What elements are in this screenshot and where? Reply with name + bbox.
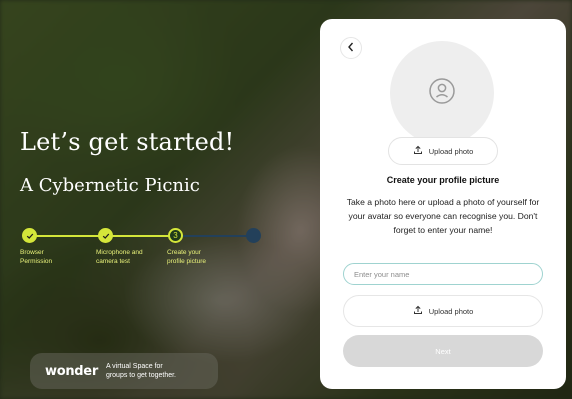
step-1-check-icon (22, 228, 37, 243)
step-4-node (246, 228, 261, 243)
name-input[interactable] (343, 263, 543, 285)
brand-tagline: A virtual Space for groups to get togeth… (105, 363, 176, 379)
upload-photo-button[interactable]: Upload photo (343, 295, 543, 327)
upload-photo-label-top: Upload photo (428, 146, 474, 156)
event-title: A Cybernetic Picnic (20, 175, 200, 196)
step-2-check-icon (98, 228, 113, 243)
step-1-label: Browser Permission (20, 249, 53, 265)
upload-photo-label: Upload photo (428, 306, 474, 316)
step-3-label: Create your profile picture (167, 249, 207, 265)
setup-progress-stepper: 3 Browser Permission Microphone and camera… (20, 228, 300, 273)
step-3-number: 3 (168, 228, 183, 243)
card-title: Create your profile picture (386, 175, 500, 185)
upload-icon (413, 145, 423, 157)
step-2-label: Microphone and camera test (96, 249, 143, 265)
progress-line-todo (178, 235, 253, 237)
brand-badge: wonder A virtual Space for groups to get… (30, 353, 218, 389)
upload-photo-button-top[interactable]: Upload photo (388, 137, 498, 165)
upload-icon (413, 305, 423, 317)
chevron-left-icon (347, 41, 355, 55)
user-icon (428, 77, 456, 110)
card-description: Take a photo here or upload a photo of y… (346, 197, 540, 235)
page-headline: Let’s get started! (20, 128, 235, 156)
wonder-logo: wonder (45, 363, 98, 379)
profile-setup-card: Upload photo Create your profile picture… (320, 19, 566, 389)
next-button[interactable]: Next (343, 335, 543, 367)
back-button[interactable] (340, 37, 362, 59)
avatar-placeholder (390, 41, 494, 145)
